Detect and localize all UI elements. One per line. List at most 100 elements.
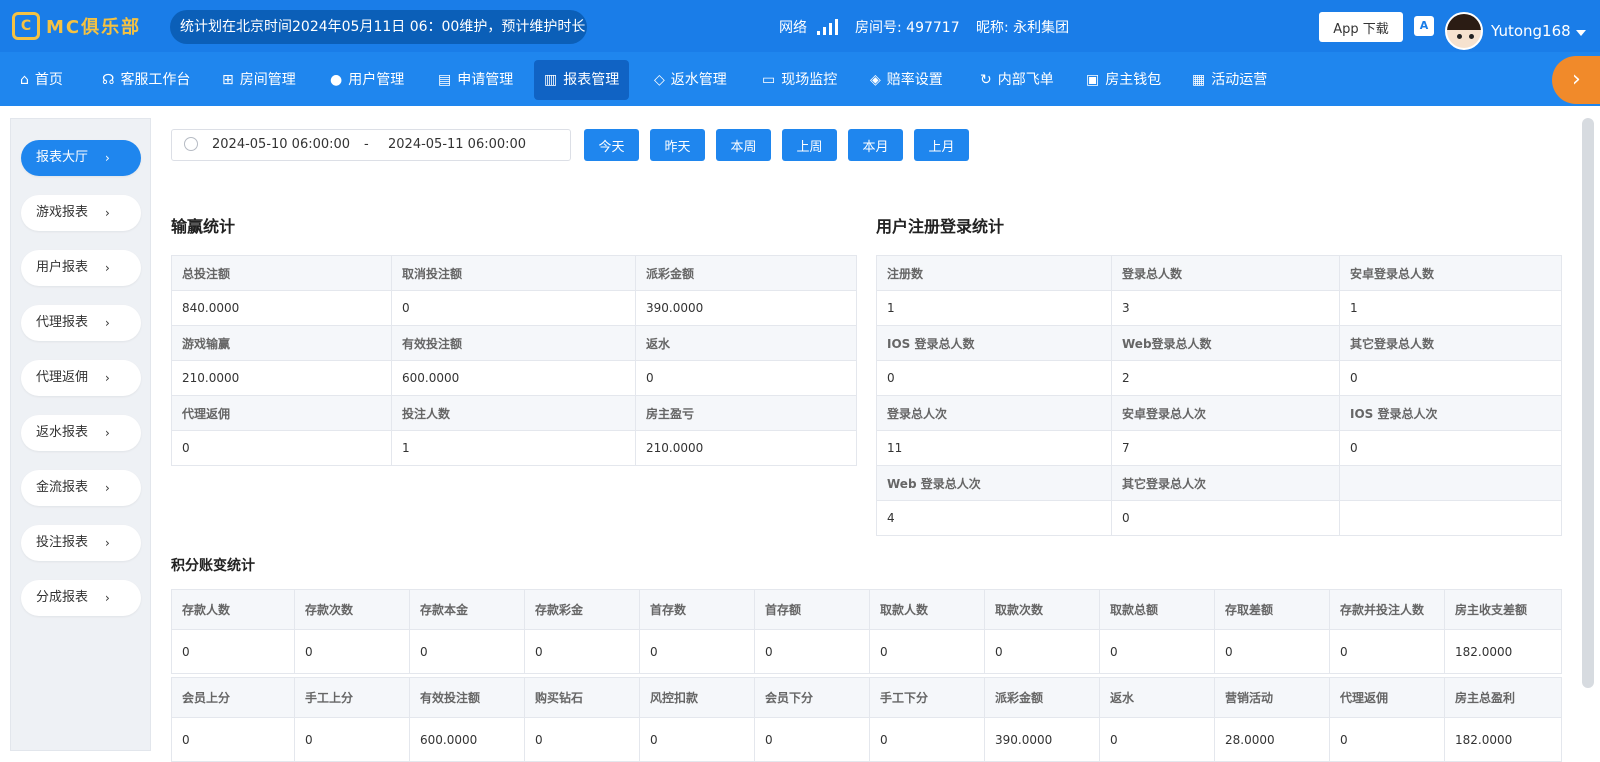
sidebar-item[interactable]: 金流报表 › [21,470,141,506]
sidebar-item[interactable]: 用户报表 › [21,250,141,286]
top-bar: C MC俱乐部 统计划在北京时间2024年05月11日 06：00维护，预计维护… [0,0,1600,52]
stat-label: 存款次数 [294,589,410,630]
nav-item-label: 赔率设置 [886,72,943,88]
sidebar-item-label: 返水报表 [36,425,89,440]
avatar[interactable] [1445,12,1483,50]
nav-item-label: 房主钱包 [1105,72,1162,88]
vertical-scrollbar[interactable] [1582,118,1594,688]
date-range-picker[interactable]: 2024-05-10 06:00:00 - 2024-05-11 06:00:0… [171,129,571,161]
chevron-right-icon: › [105,536,110,550]
nav-item-label: 内部飞单 [997,72,1054,88]
app-download-button[interactable]: App 下载 [1319,12,1403,42]
nav-item[interactable]: ● 用户管理 [320,60,414,100]
end-date-input[interactable]: 2024-05-11 06:00:00 [388,137,526,152]
stat-value: 1 [1339,290,1562,326]
chevron-down-icon[interactable] [1576,30,1586,36]
sidebar-item-label: 用户报表 [36,260,89,275]
stat-label: IOS 登录总人数 [876,325,1112,361]
nav-item[interactable]: ↻ 内部飞单 [970,60,1064,100]
nickname: 昵称: 永利集团 [976,20,1070,36]
stat-label: 手工上分 [294,677,410,718]
stat-value: 11 [876,430,1112,466]
stat-value: 4 [876,500,1112,536]
stat-label: 存款彩金 [524,589,640,630]
winloss-title: 输赢统计 [171,217,236,236]
logo-text: MC俱乐部 [46,17,142,38]
start-date-input[interactable]: 2024-05-10 06:00:00 [212,137,350,152]
network-label: 网络 [779,20,807,36]
table-row: 0 0 600.0000 0 0 0 0 390.0000 0 28.0000 0 182.0000 [171,717,1562,762]
sidebar-item[interactable]: 分成报表 › [21,580,141,616]
logo[interactable]: C MC俱乐部 [12,10,141,42]
sidebar-item-label: 代理返佣 [36,370,89,385]
announcement-marquee: 统计划在北京时间2024年05月11日 06：00维护，预计维护时长 [170,10,587,44]
nav-item[interactable]: ▤ 申请管理 [428,60,523,100]
nav-item[interactable]: ⊞ 房间管理 [212,60,306,100]
table-header-row: 存款人数 存款次数 存款本金 存款彩金 首存数 首存额 取款人数 取款次数 取款总额 存取差额 存款… [171,589,1562,630]
nav-item[interactable]: ◇ 返水管理 [644,60,737,100]
stat-label: 存款人数 [171,589,295,630]
stat-value: 0 [639,717,755,762]
stat-label: 首存额 [754,589,870,630]
stat-value: 840.0000 [171,290,392,326]
stat-value: 182.0000 [1444,629,1562,674]
stat-value: 3 [1111,290,1340,326]
register-title: 用户注册登录统计 [876,217,1005,236]
stat-value: 0 [869,717,985,762]
table-header-row: Web 登录总人次 其它登录总人次 [876,465,1562,501]
nav-item-label: 活动运营 [1211,72,1268,88]
sidebar-item[interactable]: 报表大厅 › [21,140,141,176]
translate-icon[interactable]: A [1414,16,1434,36]
quick-range-button[interactable]: 本月 [848,129,903,161]
nav-item[interactable]: ▦ 活动运营 [1182,60,1277,100]
stat-value: 0 [171,717,295,762]
stat-value: 0 [984,629,1100,674]
home-icon: ⌂ [20,72,29,88]
table-row: 210.0000 600.0000 0 [171,360,857,396]
stat-value: 0 [294,629,410,674]
nav-more-button[interactable]: › [1552,56,1600,104]
stat-label: 会员下分 [754,677,870,718]
stat-label: 派彩金额 [984,677,1100,718]
nav-item-label: 现场监控 [781,72,838,88]
stat-value: 0 [524,629,640,674]
table-header-row: 会员上分 手工上分 有效投注额 购买钻石 风控扣款 会员下分 手工下分 派彩金额 返水 营销活动代… [171,677,1562,718]
sidebar-item[interactable]: 游戏报表 › [21,195,141,231]
stat-label: 登录总人次 [876,395,1112,431]
report-sidebar: 报表大厅 › 游戏报表 › 用户报表 › 代理报表 › 代理返佣 › 返水报表 › 金流报表 › 投注报表 ›… [10,118,151,751]
stat-value: 0 [391,290,636,326]
table-header-row: 注册数 登录总人数 安卓登录总人数 [876,255,1562,291]
quick-range-button[interactable]: 上月 [914,129,969,161]
sidebar-item[interactable]: 返水报表 › [21,415,141,451]
chevron-right-icon: › [105,371,110,385]
stat-value: 0 [635,360,857,396]
nav-item[interactable]: ◈ 赔率设置 [860,60,953,100]
stat-value: 0 [1329,717,1445,762]
nav-item[interactable]: ▣ 房主钱包 [1076,60,1171,100]
nav-item[interactable]: ⌂ 首页 [10,60,73,100]
sidebar-item[interactable]: 代理返佣 › [21,360,141,396]
sidebar-item[interactable]: 代理报表 › [21,305,141,341]
points-table: 存款人数 存款次数 存款本金 存款彩金 首存数 首存额 取款人数 取款次数 取款总额 存取差额 存款… [171,589,1562,762]
nav-item[interactable]: ☊ 客服工作台 [92,60,200,100]
sidebar-item[interactable]: 投注报表 › [21,525,141,561]
nav-item[interactable]: ▭ 现场监控 [752,60,847,100]
username[interactable]: Yutong168 [1491,22,1571,40]
quick-range-button[interactable]: 昨天 [650,129,705,161]
quick-range-button[interactable]: 上周 [782,129,837,161]
table-header-row: 登录总人次 安卓登录总人次 IOS 登录总人次 [876,395,1562,431]
quick-range-button[interactable]: 本周 [716,129,771,161]
stat-value: 210.0000 [635,430,857,466]
stat-value: 0 [639,629,755,674]
stat-label: Web登录总人数 [1111,325,1340,361]
chevron-right-icon: › [105,591,110,605]
stat-value: 0 [171,430,392,466]
sidebar-item-label: 投注报表 [36,535,89,550]
refresh-icon: ↻ [980,72,992,88]
stat-label: 购买钻石 [524,677,640,718]
stat-label: 其它登录总人数 [1339,325,1562,361]
nav-item[interactable]: ▥ 报表管理 [534,60,630,100]
stat-label: 有效投注额 [391,325,636,361]
quick-range-button[interactable]: 今天 [584,129,639,161]
sidebar-item-label: 代理报表 [36,315,89,330]
